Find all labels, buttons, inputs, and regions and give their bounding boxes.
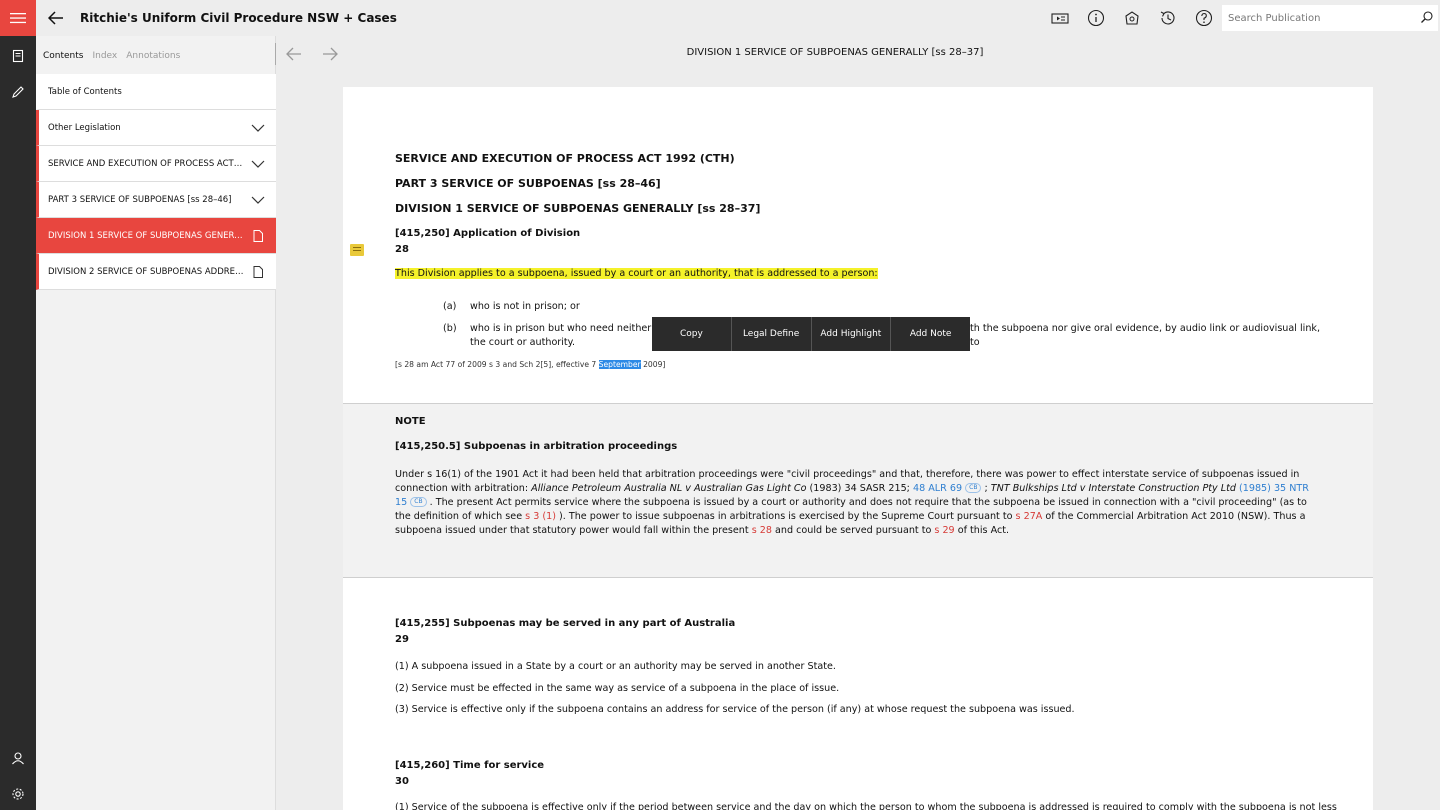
search-box [1222, 5, 1438, 31]
chevron-down-icon[interactable] [250, 156, 266, 172]
section-subsection: (2) Service must be effected in the same… [395, 683, 840, 694]
user-icon[interactable] [0, 740, 36, 776]
history-icon[interactable] [1158, 8, 1178, 28]
division-heading: DIVISION 1 SERVICE OF SUBPOENAS GENERALL… [395, 202, 761, 215]
add-note-button[interactable]: Add Note [891, 317, 970, 351]
case-name: TNT Bulkships Ltd v Interstate Construct… [990, 483, 1236, 494]
amendment-text: [s 28 am Act 77 of 2009 s 3 and Sch 2[5]… [395, 360, 599, 369]
section-number: 30 [395, 776, 409, 787]
tab-index[interactable]: Index [92, 51, 117, 61]
tree-item-label: DIVISION 1 SERVICE OF SUBPOENAS GENERALL… [48, 230, 244, 241]
tree-item-label: DIVISION 2 SERVICE OF SUBPOENAS ADDRESSE… [48, 266, 244, 277]
book-icon[interactable] [0, 38, 36, 74]
section-subsection: (3) Service is effective only if the sub… [395, 704, 1075, 715]
chevron-down-icon[interactable] [250, 192, 266, 208]
tree-item-label: PART 3 SERVICE OF SUBPOENAS [ss 28–46] [48, 194, 232, 205]
tree-item-service-execution-act[interactable]: SERVICE AND EXECUTION OF PROCESS ACT 199… [36, 146, 276, 182]
contents-tree: Table of Contents Other Legislation SERV… [36, 74, 276, 290]
note-section: NOTE [415,250.5] Subpoenas in arbitratio… [343, 403, 1373, 578]
tree-item-label: Other Legislation [48, 122, 121, 133]
citation-link[interactable]: 48 ALR 69 [913, 483, 962, 494]
tree-item-part-3[interactable]: PART 3 SERVICE OF SUBPOENAS [ss 28–46] [36, 182, 276, 218]
tree-item-division-1[interactable]: DIVISION 1 SERVICE OF SUBPOENAS GENERALL… [36, 218, 276, 254]
part-heading: PART 3 SERVICE OF SUBPOENAS [ss 28–46] [395, 177, 661, 190]
tab-contents[interactable]: Contents [43, 51, 83, 61]
tree-item-label: SERVICE AND EXECUTION OF PROCESS ACT 199… [48, 158, 244, 169]
section-number: 29 [395, 634, 409, 645]
section-subsection: (1) A subpoena issued in a State by a co… [395, 661, 836, 672]
item-a-text: who is not in prison; or [470, 301, 580, 312]
section-subsection: (1) Service of the subpoena is effective… [395, 802, 1337, 810]
previous-arrow-icon[interactable] [283, 43, 305, 65]
chevron-down-icon[interactable] [250, 120, 266, 136]
section-text[interactable]: This Division applies to a subpoena, iss… [395, 267, 1321, 281]
note-text: (1983) 34 SASR 215; [806, 483, 913, 494]
act-heading: SERVICE AND EXECUTION OF PROCESS ACT 199… [395, 152, 735, 165]
search-input[interactable] [1222, 5, 1412, 31]
info-icon[interactable] [1086, 8, 1106, 28]
section-link[interactable]: s 3 (1) [525, 511, 556, 522]
context-menu: Copy Legal Define Add Highlight Add Note [652, 317, 970, 351]
amendment-note: [s 28 am Act 77 of 2009 s 3 and Sch 2[5]… [395, 360, 1321, 369]
note-text: and could be served pursuant to [771, 525, 935, 536]
legal-define-button[interactable]: Legal Define [732, 317, 812, 351]
breadcrumb: DIVISION 1 SERVICE OF SUBPOENAS GENERALL… [686, 47, 984, 58]
next-arrow-icon[interactable] [319, 43, 341, 65]
cb-badge[interactable]: CB [965, 483, 982, 493]
app-rail [0, 0, 36, 810]
back-arrow-icon[interactable] [42, 4, 70, 32]
note-text: of this Act. [954, 525, 1010, 536]
sidebar: Contents Index Annotations Table of Cont… [36, 36, 276, 810]
tree-item-division-2[interactable]: DIVISION 2 SERVICE OF SUBPOENAS ADDRESSE… [36, 254, 276, 290]
section-heading: [415,255] Subpoenas may be served in any… [395, 618, 736, 629]
note-label: NOTE [395, 416, 426, 427]
tree-item-other-legislation[interactable]: Other Legislation [36, 110, 276, 146]
tree-item-label: Table of Contents [48, 86, 122, 97]
add-highlight-button[interactable]: Add Highlight [812, 317, 892, 351]
document-page: SERVICE AND EXECUTION OF PROCESS ACT 199… [343, 87, 1373, 810]
amendment-text: 2009] [640, 360, 666, 369]
case-name: Alliance Petroleum Australia NL v Austra… [531, 483, 807, 494]
slideshow-icon[interactable] [1050, 8, 1070, 28]
divider [275, 43, 276, 65]
note-icon[interactable] [350, 244, 364, 256]
tab-annotations[interactable]: Annotations [126, 51, 180, 61]
copy-button[interactable]: Copy [652, 317, 732, 351]
app-title: Ritchie's Uniform Civil Procedure NSW + … [80, 11, 397, 25]
section-heading: [415,250] Application of Division [395, 228, 581, 239]
section-heading: [415,260] Time for service [395, 760, 545, 771]
hamburger-icon[interactable] [0, 0, 36, 36]
highlighted-text[interactable]: This Division applies to a subpoena, iss… [395, 268, 878, 279]
help-icon[interactable] [1194, 8, 1214, 28]
bag-icon[interactable] [1122, 8, 1142, 28]
document-icon [250, 228, 266, 244]
cb-badge[interactable]: CB [410, 497, 427, 507]
note-text: ; [981, 483, 991, 494]
pencil-icon[interactable] [0, 74, 36, 110]
top-bar: Ritchie's Uniform Civil Procedure NSW + … [36, 0, 1440, 36]
selected-text[interactable]: September [598, 360, 641, 369]
note-text: ). The power to issue subpoenas in arbit… [555, 511, 1016, 522]
section-number: 28 [395, 244, 409, 255]
tree-item-table-of-contents[interactable]: Table of Contents [36, 74, 276, 110]
gear-icon[interactable] [0, 776, 36, 810]
section-link[interactable]: s 29 [934, 525, 954, 536]
note-heading: [415,250.5] Subpoenas in arbitration pro… [395, 441, 678, 452]
sidebar-tabs: Contents Index Annotations [43, 51, 189, 61]
search-icon[interactable] [1420, 10, 1434, 27]
document-icon [250, 264, 266, 280]
section-link[interactable]: s 28 [752, 525, 772, 536]
item-b-text-start: who is in prison but who need neither a [470, 323, 661, 334]
section-link[interactable]: s 27A [1016, 511, 1043, 522]
note-paragraph: Under s 16(1) of the 1901 Act it had bee… [395, 468, 1321, 538]
